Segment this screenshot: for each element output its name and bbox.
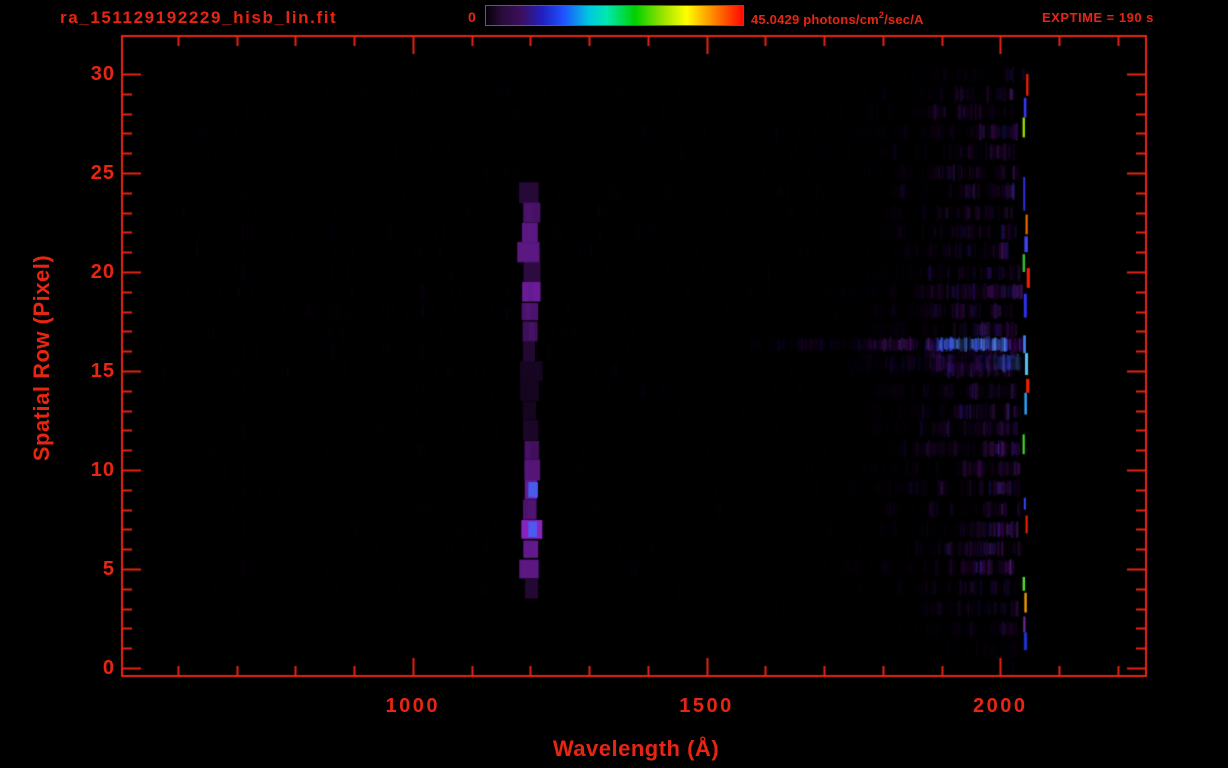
y-axis-tick-label: 30 <box>90 63 115 85</box>
y-axis-title: Spatial Row (Pixel) <box>29 254 54 462</box>
y-axis-tick-label: 15 <box>90 360 115 382</box>
x-axis-tick-label: 1000 <box>385 695 441 717</box>
colorbar-gradient <box>486 6 743 25</box>
colorbar-units-suffix: /sec/A <box>884 12 924 27</box>
exptime-label: EXPTIME = 190 s <box>1042 10 1154 25</box>
y-axis-tick-label: 10 <box>90 459 115 481</box>
colorbar-min-label: 0 <box>468 9 476 25</box>
spectral-image-canvas <box>0 0 1228 768</box>
y-axis-tick-label: 20 <box>90 261 115 283</box>
colorbar-units-prefix: photons/cm <box>799 12 879 27</box>
file-title: ra_151129192229_hisb_lin.fit <box>60 8 338 27</box>
y-axis-tick-label: 0 <box>102 657 115 679</box>
plot-window: ra_151129192229_hisb_lin.fit 0 45.0429 p… <box>0 0 1228 768</box>
colorbar <box>485 5 744 26</box>
colorbar-max-label: 45.0429 photons/cm2/sec/A <box>751 10 924 27</box>
y-axis-tick-label: 5 <box>102 558 115 580</box>
colorbar-max-value: 45.0429 <box>751 12 800 27</box>
x-axis-tick-label: 1500 <box>679 695 734 717</box>
x-axis-tick-label: 2000 <box>973 695 1028 717</box>
y-axis-tick-label: 25 <box>90 162 115 184</box>
x-axis-title: Wavelength (Å) <box>552 736 720 761</box>
